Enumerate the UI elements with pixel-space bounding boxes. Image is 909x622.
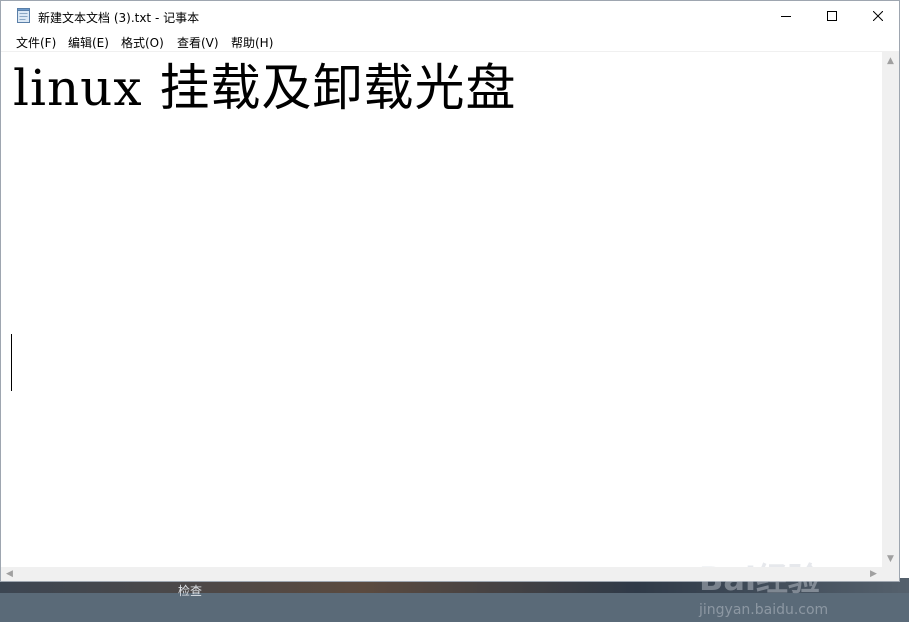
- menu-file[interactable]: 文件(F): [16, 34, 56, 51]
- editor-content[interactable]: linux 挂载及卸载光盘: [13, 58, 516, 118]
- menu-bar: 文件(F) 编辑(E) 格式(O) 查看(V) 帮助(H): [1, 31, 899, 52]
- notepad-window: 新建文本文档 (3).txt - 记事本 文件(F) 编辑(E) 格式(O) 查…: [0, 0, 900, 618]
- horizontal-scrollbar[interactable]: ◀ ▶: [1, 567, 882, 581]
- minimize-button[interactable]: [763, 1, 809, 31]
- scroll-down-arrow-icon[interactable]: ▼: [882, 550, 899, 567]
- text-caret: [11, 334, 12, 391]
- watermark-url: jingyan.baidu.com: [699, 602, 829, 618]
- scroll-up-arrow-icon[interactable]: ▲: [882, 52, 899, 69]
- title-bar[interactable]: 新建文本文档 (3).txt - 记事本: [1, 1, 899, 31]
- maximize-icon: [827, 11, 837, 21]
- text-editor[interactable]: linux 挂载及卸载光盘 Bai经验 jingyan.baidu.com: [1, 52, 882, 618]
- menu-help[interactable]: 帮助(H): [231, 34, 273, 51]
- notepad-icon[interactable]: [17, 8, 30, 23]
- close-icon: [873, 11, 883, 21]
- background-taskbar-text: 检查: [178, 584, 203, 598]
- scroll-right-arrow-icon[interactable]: ▶: [865, 567, 882, 581]
- maximize-button[interactable]: [809, 1, 855, 31]
- vertical-scrollbar[interactable]: ▲ ▼: [882, 52, 899, 567]
- window-title: 新建文本文档 (3).txt - 记事本: [38, 11, 200, 25]
- menu-view[interactable]: 查看(V): [177, 34, 219, 51]
- menu-edit[interactable]: 编辑(E): [68, 34, 109, 51]
- baidu-watermark: Bai经验 jingyan.baidu.com: [699, 542, 869, 622]
- close-button[interactable]: [855, 1, 901, 31]
- menu-format[interactable]: 格式(O): [121, 34, 164, 51]
- minimize-icon: [781, 16, 791, 17]
- scrollbar-corner: [882, 567, 899, 581]
- scroll-left-arrow-icon[interactable]: ◀: [1, 567, 18, 581]
